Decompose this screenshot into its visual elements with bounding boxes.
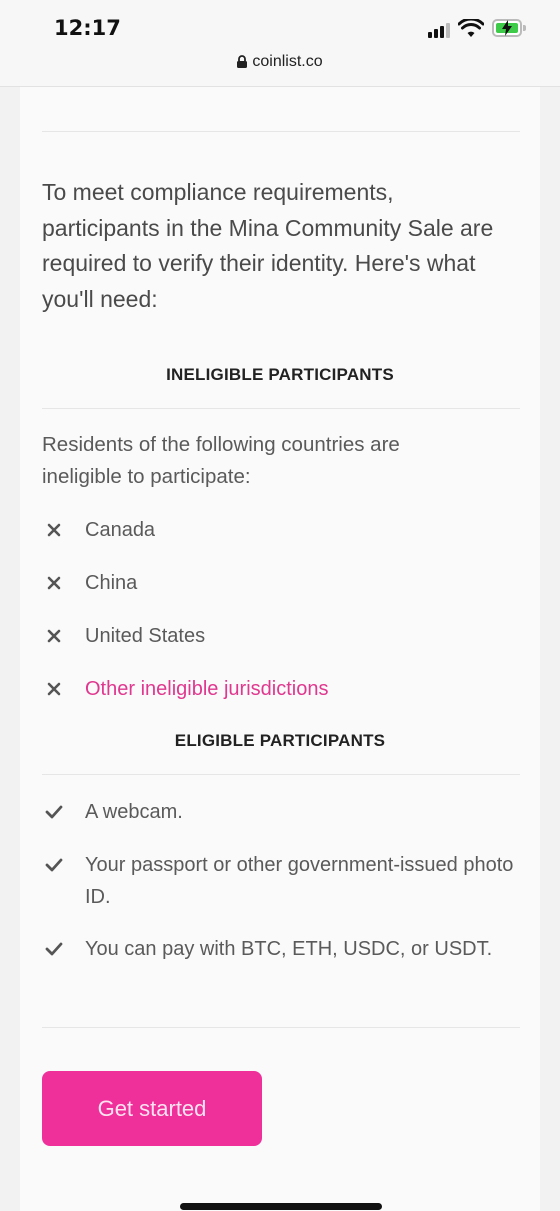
intro-text: To meet compliance requirements, partici… <box>42 179 494 312</box>
cross-icon <box>47 682 61 696</box>
cross-icon <box>47 576 61 590</box>
cross-icon <box>47 523 61 537</box>
requirement-label: You can pay with BTC, ETH, USDC, or USDT… <box>85 938 493 960</box>
lock-icon <box>237 55 248 68</box>
signal-icon <box>428 22 452 38</box>
divider <box>42 774 520 775</box>
requirement-label: Your passport or other government-issued… <box>85 854 514 908</box>
check-icon <box>45 805 63 819</box>
cross-icon <box>47 629 61 643</box>
country-label: United States <box>85 625 206 647</box>
content-card: To meet compliance requirements, partici… <box>20 87 540 1211</box>
ineligible-title: INELIGIBLE PARTICIPANTS <box>166 365 394 384</box>
divider <box>42 131 520 132</box>
divider <box>42 408 520 409</box>
url-text: coinlist.co <box>252 53 323 70</box>
requirement-label: A webcam. <box>85 801 183 823</box>
address-bar[interactable]: coinlist.co <box>0 53 560 71</box>
get-started-button[interactable]: Get started <box>42 1071 262 1146</box>
eligible-title: ELIGIBLE PARTICIPANTS <box>174 731 386 750</box>
wifi-icon <box>458 19 484 37</box>
country-label: Canada <box>85 519 156 541</box>
divider <box>42 1027 520 1028</box>
other-jurisdictions-link[interactable]: Other ineligible jurisdictions <box>85 673 525 705</box>
check-icon <box>45 942 63 956</box>
country-label: China <box>85 572 138 594</box>
status-time: 12:17 <box>54 16 121 40</box>
home-indicator[interactable] <box>180 1203 382 1210</box>
battery-icon <box>492 19 526 37</box>
status-bar: 12:17 coinlist.co <box>0 0 560 87</box>
check-icon <box>45 858 63 872</box>
ineligible-note: Residents of the following countries are… <box>42 433 400 488</box>
